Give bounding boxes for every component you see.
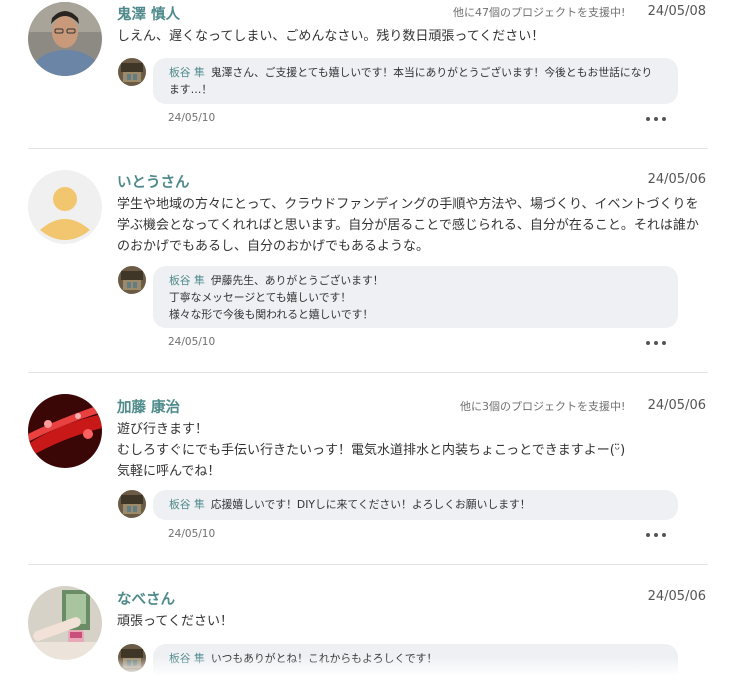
comment-message: 頑張ってください！ xyxy=(117,614,233,629)
reply-text: 鬼澤さん、ご支援とても嬉しいです！本当にありがとうございます！今後ともお世話にな… xyxy=(169,66,653,96)
comment-date: 24/05/06 xyxy=(647,172,706,187)
reply-bubble: 板谷 隼鬼澤さん、ご支援とても嬉しいです！本当にありがとうございます！今後ともお… xyxy=(153,58,678,104)
commenter-name[interactable]: 鬼澤 慎人 xyxy=(117,3,180,24)
comment-date: 24/05/08 xyxy=(647,4,706,19)
user-photo-icon xyxy=(28,586,102,660)
divider xyxy=(28,148,708,149)
user-photo-icon xyxy=(28,394,102,468)
default-user-icon xyxy=(28,170,102,244)
reply-author[interactable]: 板谷 隼 xyxy=(169,274,205,287)
user-photo-icon xyxy=(28,2,102,76)
comment-message: 学生や地域の方々にとって、クラウドファンディングの手順や方法や、場づくり、イベン… xyxy=(117,197,699,254)
reply-author[interactable]: 板谷 隼 xyxy=(169,66,205,79)
reply-bubble: 板谷 隼伊藤先生、ありがとうございます！ 丁寧なメッセージとても嬉しいです！ 様… xyxy=(153,266,678,328)
reply-bubble: 板谷 隼応援嬉しいです！DIYしに来てください！よろしくお願いします！ xyxy=(153,490,678,520)
reply-date: 24/05/10 xyxy=(168,528,216,540)
more-options-icon[interactable] xyxy=(646,338,666,348)
reply-author[interactable]: 板谷 隼 xyxy=(169,498,205,511)
avatar[interactable] xyxy=(28,170,102,244)
avatar[interactable] xyxy=(28,2,102,76)
commenter-name[interactable]: 加藤 康治 xyxy=(117,396,180,417)
comment-date: 24/05/06 xyxy=(647,589,706,604)
divider xyxy=(28,564,708,565)
backing-count: 他に3個のプロジェクトを支援中! xyxy=(460,400,626,413)
reply-text: 応援嬉しいです！DIYしに来てください！よろしくお願いします！ xyxy=(210,498,531,511)
comment-date: 24/05/06 xyxy=(647,398,706,413)
owner-avatar-icon xyxy=(118,490,146,518)
commenter-name[interactable]: いとうさん xyxy=(117,171,190,192)
comment-message: 遊び行きます！ むしろすぐにでも手伝い行きたいっす！電気水道排水と内装ちょこっと… xyxy=(117,422,626,479)
owner-avatar-icon xyxy=(118,266,146,294)
reply-avatar[interactable] xyxy=(118,266,146,294)
scroll-fade xyxy=(0,657,736,675)
avatar[interactable] xyxy=(28,586,102,660)
backing-count: 他に47個のプロジェクトを支援中! xyxy=(453,6,626,19)
comment-message: しえん、遅くなってしまい、ごめんなさい。残り数日頑張ってください！ xyxy=(117,29,545,44)
owner-avatar-icon xyxy=(118,58,146,86)
reply-date: 24/05/10 xyxy=(168,336,216,348)
more-options-icon[interactable] xyxy=(646,530,666,540)
divider xyxy=(28,372,708,373)
commenter-name[interactable]: なべさん xyxy=(117,588,175,609)
reply-avatar[interactable] xyxy=(118,490,146,518)
avatar[interactable] xyxy=(28,394,102,468)
more-options-icon[interactable] xyxy=(646,114,666,124)
reply-date: 24/05/10 xyxy=(168,112,216,124)
reply-avatar[interactable] xyxy=(118,58,146,86)
